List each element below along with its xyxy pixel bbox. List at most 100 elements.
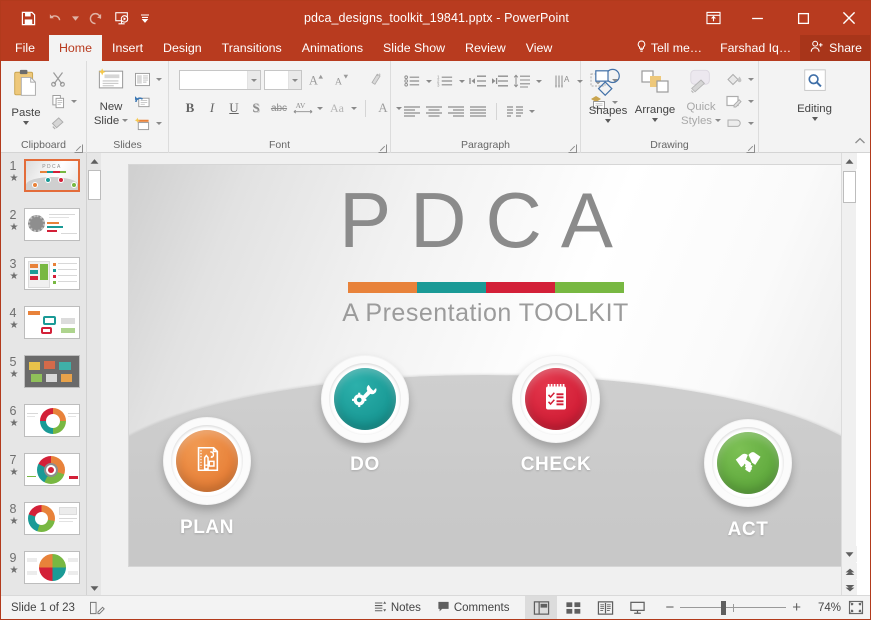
line-spacing-dropdown-icon[interactable] [536, 80, 542, 83]
shape-effects-button[interactable] [723, 112, 745, 134]
zoom-in-button[interactable]: + [786, 596, 807, 620]
character-spacing-dropdown-icon[interactable] [317, 107, 323, 110]
slide-thumbnail-preview[interactable] [24, 355, 80, 388]
shapes-button[interactable]: Shapes [585, 64, 631, 125]
decrease-indent-button[interactable] [467, 70, 489, 92]
normal-view-button[interactable] [525, 596, 557, 620]
fit-slide-button[interactable] [841, 596, 871, 620]
align-center-button[interactable] [423, 100, 445, 122]
shape-effects-dropdown-icon[interactable] [748, 122, 754, 125]
tab-animations[interactable]: Animations [292, 35, 373, 61]
tab-home[interactable]: Home [49, 35, 102, 61]
slide-thumbnail-preview[interactable] [24, 551, 80, 584]
slide-panel-scroll-thumb[interactable] [88, 170, 101, 200]
new-slide-dropdown-icon[interactable] [122, 119, 128, 122]
undo-icon[interactable] [42, 6, 68, 30]
current-slide[interactable]: PDCA A Presentation TOOLKIT [129, 165, 842, 566]
columns-dropdown-icon[interactable] [529, 110, 535, 113]
arrange-button[interactable]: Arrange [631, 64, 679, 124]
paste-dropdown-icon[interactable] [23, 121, 29, 125]
copy-dropdown-icon[interactable] [71, 100, 77, 103]
slide-thumbnail-preview[interactable] [24, 404, 80, 437]
slide-thumbnail-preview[interactable] [24, 208, 80, 241]
slide-scroll-thumb[interactable] [843, 171, 856, 203]
customize-qat-icon[interactable] [136, 6, 154, 30]
close-icon[interactable] [826, 1, 871, 35]
text-shadow-button[interactable]: S [245, 97, 267, 119]
zoom-slider[interactable] [680, 596, 786, 620]
start-presentation-icon[interactable] [109, 6, 135, 30]
justify-button[interactable] [467, 100, 489, 122]
share-button[interactable]: Share [800, 35, 871, 61]
reset-button[interactable] [131, 90, 153, 112]
ribbon-display-options-icon[interactable] [692, 1, 734, 35]
slide-thumbnail-preview[interactable]: PDCA [24, 159, 80, 192]
zoom-slider-handle[interactable] [721, 601, 726, 615]
copy-button[interactable] [47, 90, 69, 112]
cut-button[interactable] [47, 68, 69, 90]
numbering-dropdown-icon[interactable] [459, 80, 465, 83]
restore-icon[interactable] [780, 1, 826, 35]
slide-thumbnail-preview[interactable] [24, 502, 80, 535]
redo-icon[interactable] [82, 6, 108, 30]
new-slide-button[interactable]: New Slide [91, 64, 131, 129]
tab-design[interactable]: Design [153, 35, 212, 61]
slide-sorter-view-button[interactable] [557, 596, 589, 620]
next-slide-icon[interactable] [842, 580, 857, 596]
layout-dropdown-icon[interactable] [156, 78, 162, 81]
zoom-out-button[interactable]: − [659, 596, 680, 620]
shapes-dropdown-icon[interactable] [605, 119, 611, 123]
drawing-dialog-launcher-icon[interactable] [745, 141, 756, 152]
slide-title[interactable]: PDCA [129, 175, 842, 266]
quick-styles-dropdown-icon[interactable] [715, 119, 721, 122]
paragraph-dialog-launcher-icon[interactable] [567, 141, 578, 152]
clear-formatting-button[interactable] [365, 69, 387, 91]
italic-button[interactable]: I [201, 97, 223, 119]
clipboard-dialog-launcher-icon[interactable] [73, 141, 84, 152]
tab-view[interactable]: View [516, 35, 563, 61]
change-case-dropdown-icon[interactable] [351, 107, 357, 110]
change-case-button[interactable]: Aa [325, 97, 349, 119]
format-painter-button[interactable] [47, 112, 69, 134]
character-spacing-button[interactable]: AV [291, 97, 315, 119]
comments-button[interactable]: Comments [429, 596, 518, 620]
slide-scroll-up-icon[interactable] [842, 153, 857, 169]
align-right-button[interactable] [445, 100, 467, 122]
slide-panel-scrollbar[interactable] [86, 153, 101, 596]
tab-insert[interactable]: Insert [102, 35, 153, 61]
tab-review[interactable]: Review [455, 35, 516, 61]
align-left-button[interactable] [401, 100, 423, 122]
section-button[interactable] [131, 112, 153, 134]
font-name-input[interactable] [179, 70, 261, 90]
paste-button[interactable]: Paste [5, 64, 47, 127]
zoom-level-label[interactable]: 74% [807, 602, 841, 614]
slide-thumbnail-preview[interactable] [24, 306, 80, 339]
slide-counter[interactable]: Slide 1 of 23 [1, 596, 83, 620]
strikethrough-button[interactable]: abc [267, 97, 291, 119]
tab-file[interactable]: File [1, 35, 49, 61]
columns-button[interactable] [504, 100, 526, 122]
underline-button[interactable]: U [223, 97, 245, 119]
undo-dropdown-icon[interactable] [69, 6, 81, 30]
slide-scroll-down-icon[interactable] [842, 546, 857, 562]
numbering-button[interactable]: 123 [434, 70, 456, 92]
notes-button[interactable]: Notes [366, 596, 429, 620]
tab-slide-show[interactable]: Slide Show [373, 35, 455, 61]
shape-outline-dropdown-icon[interactable] [748, 100, 754, 103]
slide-thumbnail-preview[interactable] [24, 453, 80, 486]
user-account-name[interactable]: Farshad Iq… [711, 41, 800, 55]
shape-fill-dropdown-icon[interactable] [748, 78, 754, 81]
increase-indent-button[interactable] [489, 70, 511, 92]
accessibility-status-icon[interactable] [83, 596, 111, 620]
editing-button[interactable]: Editing [792, 64, 837, 123]
slide-panel-scroll-up-icon[interactable] [87, 153, 101, 169]
tell-me-search[interactable]: Tell me… [627, 40, 711, 56]
bold-button[interactable]: B [179, 97, 201, 119]
bullets-dropdown-icon[interactable] [426, 80, 432, 83]
slide-vertical-scrollbar[interactable] [841, 153, 856, 596]
slide-thumbnail-panel[interactable]: 1★ PDCA 2★ 3★ 4★ 5★ 6★ 7★ 8★ [1, 153, 101, 596]
layout-button[interactable] [131, 68, 153, 90]
line-spacing-button[interactable] [511, 70, 533, 92]
previous-slide-icon[interactable] [842, 563, 857, 579]
font-size-input[interactable] [264, 70, 302, 90]
